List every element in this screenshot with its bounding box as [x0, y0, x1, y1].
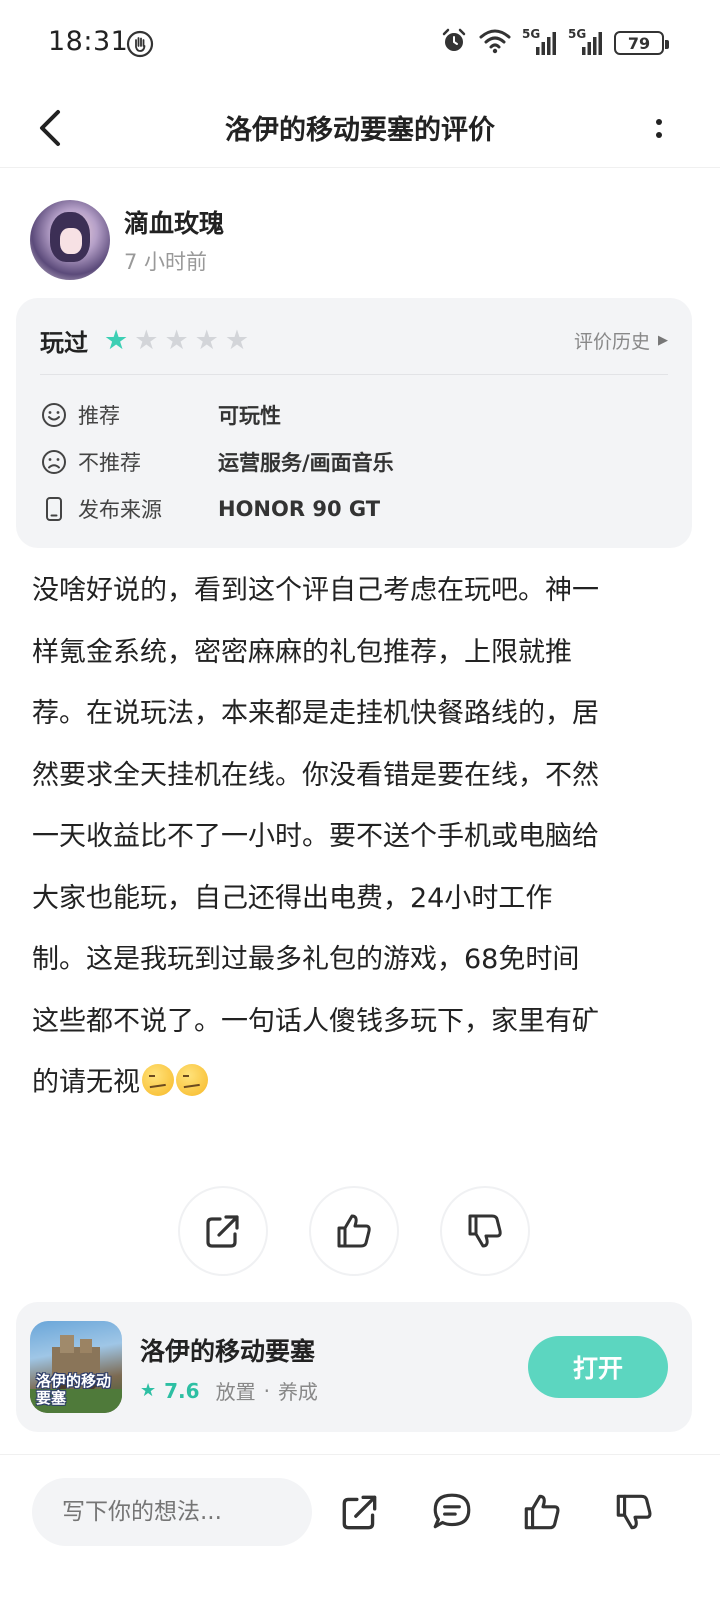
- review-line: 大家也能玩，自己还得出电费，24小时工作: [32, 882, 553, 914]
- review-line: 一天收益比不了一小时。要不送个手机或电脑给: [32, 821, 599, 852]
- star-icon-empty: ★: [194, 324, 219, 356]
- reviewer-row[interactable]: 滴血玫瑰 7 小时前: [30, 200, 224, 280]
- more-options-button[interactable]: [644, 106, 674, 150]
- signal-icon-2: 5G: [568, 27, 604, 57]
- unamused-emoji-icon: [176, 1064, 208, 1096]
- status-icons: 5G 5G 79: [440, 27, 669, 59]
- thumbs-down-icon: [616, 1494, 652, 1530]
- frown-icon: [40, 448, 68, 476]
- review-line: 然要求全天挂机在线。你没看错是要在线，不然: [32, 759, 599, 791]
- review-time: 7 小时前: [124, 250, 208, 274]
- share-icon: [342, 1495, 377, 1530]
- game-icon[interactable]: 洛伊的移动要塞: [30, 1321, 122, 1413]
- star-icon: ★: [140, 1380, 157, 1401]
- battery-icon: 79: [614, 31, 669, 55]
- comment-input[interactable]: [32, 1478, 312, 1546]
- header: 洛伊的移动要塞的评价: [0, 88, 720, 168]
- divider: [0, 1454, 720, 1455]
- page-title: 洛伊的移动要塞的评价: [225, 115, 495, 146]
- attribute-not-recommend: 不推荐 运营服务/画面音乐: [40, 445, 394, 479]
- more-dot-icon: [656, 118, 662, 125]
- unamused-emoji-icon: [142, 1064, 174, 1096]
- played-label: 玩过: [40, 328, 88, 357]
- share-button[interactable]: [178, 1186, 268, 1276]
- more-dot-icon: [656, 131, 662, 138]
- game-icon-label: 洛伊的移动要塞: [36, 1372, 112, 1407]
- star-icon-empty: ★: [134, 324, 159, 356]
- rating-history-link[interactable]: 评价历史 ▶: [574, 327, 668, 354]
- game-meta: ★ 7.6 放置 · 养成: [140, 1376, 318, 1405]
- attribute-label: 发布来源: [78, 498, 162, 522]
- share-icon: [206, 1215, 239, 1248]
- comment-icon: [433, 1493, 471, 1529]
- rating-card: 玩过 ★ ★ ★ ★ ★ 评价历史 ▶ 推荐 可玩性 不推荐 运营服务/画面音乐…: [16, 298, 692, 548]
- thumbs-up-icon: [524, 1494, 560, 1530]
- avatar[interactable]: [30, 200, 110, 280]
- game-name[interactable]: 洛伊的移动要塞: [140, 1332, 315, 1368]
- attribute-value: 可玩性: [218, 404, 281, 428]
- review-body: 没啥好说的，看到这个评自己考虑在玩吧。神一 样氪金系统，密密麻麻的礼包推荐，上限…: [32, 560, 682, 1114]
- alarm-icon: [440, 27, 468, 59]
- status-bar: 18:31 5G 5G 79: [0, 0, 720, 88]
- game-tag: 养成: [277, 1380, 318, 1404]
- triangle-right-icon: ▶: [658, 332, 668, 348]
- review-line: 没啥好说的，看到这个评自己考虑在玩吧。神一: [32, 575, 599, 606]
- review-line: 的请无视: [32, 1067, 140, 1098]
- dislike-button[interactable]: [440, 1186, 530, 1276]
- review-actions: [178, 1186, 530, 1276]
- attribute-label: 不推荐: [78, 451, 141, 475]
- review-line: 制。这是我玩到过最多礼包的游戏，68免时间: [32, 944, 580, 975]
- thumbs-up-icon: [337, 1214, 371, 1248]
- comment-button[interactable]: [428, 1488, 476, 1536]
- divider: [40, 374, 668, 375]
- reviewer-info: 滴血玫瑰 7 小时前: [124, 204, 224, 276]
- tag-separator: ·: [263, 1378, 270, 1403]
- star-icon-filled: ★: [104, 324, 129, 356]
- attribute-value: HONOR 90 GT: [218, 497, 381, 521]
- attribute-label: 推荐: [78, 404, 120, 428]
- share-button-bottom[interactable]: [336, 1488, 384, 1536]
- game-card[interactable]: 洛伊的移动要塞 洛伊的移动要塞 ★ 7.6 放置 · 养成 打开: [16, 1302, 692, 1432]
- review-line: 荐。在说玩法，本来都是走挂机快餐路线的，居: [32, 698, 599, 729]
- attribute-recommend: 推荐 可玩性: [40, 398, 281, 432]
- reviewer-name[interactable]: 滴血玫瑰: [124, 204, 224, 240]
- star-icon-empty: ★: [224, 324, 250, 356]
- game-score: 7.6: [164, 1378, 200, 1403]
- star-icon-empty: ★: [164, 324, 189, 356]
- thumbs-down-icon: [468, 1214, 502, 1248]
- rating-history-label: 评价历史: [573, 330, 650, 353]
- wifi-icon: [478, 27, 512, 59]
- smile-icon: [40, 401, 68, 429]
- signal-icon-1: 5G: [522, 27, 558, 57]
- phone-icon: [40, 495, 68, 523]
- status-time: 18:31: [48, 26, 129, 57]
- attribute-value: 运营服务/画面音乐: [218, 451, 394, 475]
- review-line-last: 的请无视: [32, 1052, 682, 1114]
- star-rating: ★ ★ ★ ★ ★: [104, 327, 249, 354]
- attribute-source: 发布来源 HONOR 90 GT: [40, 492, 380, 526]
- like-button[interactable]: [309, 1186, 399, 1276]
- played-row: 玩过 ★ ★ ★ ★ ★ 评价历史 ▶: [40, 320, 668, 360]
- hand-icon: [126, 30, 154, 58]
- review-line: 这些都不说了。一句话人傻钱多玩下，家里有矿: [32, 1005, 599, 1037]
- review-line: 样氪金系统，密密麻麻的礼包推荐，上限就推: [32, 636, 572, 668]
- like-button-bottom[interactable]: [518, 1488, 566, 1536]
- dislike-button-bottom[interactable]: [610, 1488, 658, 1536]
- open-game-button[interactable]: 打开: [528, 1336, 668, 1398]
- game-tag: 放置: [215, 1380, 256, 1404]
